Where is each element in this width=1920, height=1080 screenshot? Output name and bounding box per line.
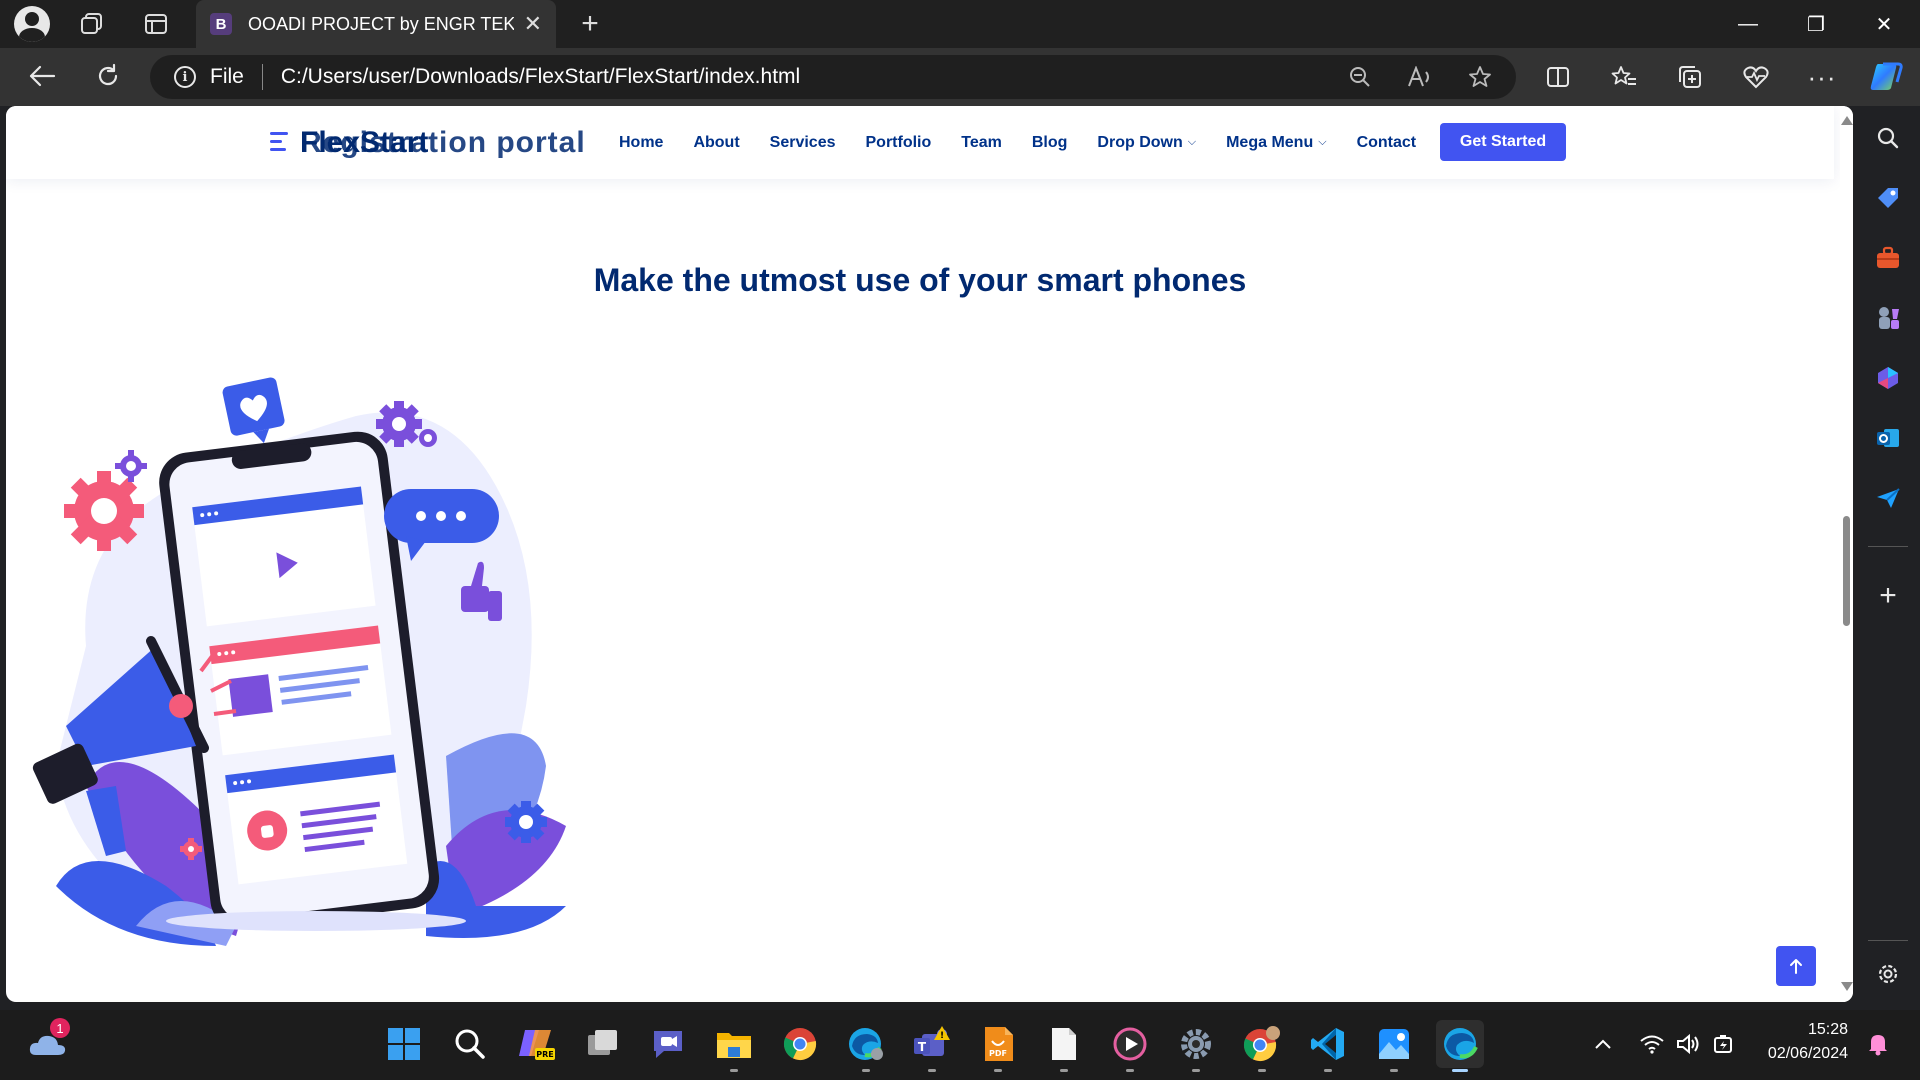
workspaces-icon[interactable] xyxy=(76,0,108,48)
restore-button[interactable]: ❐ xyxy=(1782,0,1850,48)
vertical-tabs-icon[interactable] xyxy=(140,0,172,48)
address-bar[interactable]: i File C:/Users/user/Downloads/FlexStart… xyxy=(150,55,1516,99)
refresh-button[interactable] xyxy=(88,54,128,98)
file-explorer-icon[interactable] xyxy=(710,1020,758,1072)
main-nav: Home About Services Portfolio Team Blog … xyxy=(604,106,1431,179)
split-screen-icon[interactable] xyxy=(1536,54,1580,100)
scrollbar-thumb[interactable] xyxy=(1843,516,1850,626)
media-player-icon[interactable] xyxy=(1106,1020,1154,1072)
bootstrap-favicon-icon: B xyxy=(210,13,232,35)
system-clock[interactable]: 15:28 02/06/2024 xyxy=(1752,1018,1848,1066)
smartphone-marketing-illustration xyxy=(32,377,566,946)
chrome-icon[interactable] xyxy=(776,1020,824,1068)
sidebar-shopping-icon[interactable] xyxy=(1856,176,1920,220)
nav-mega-menu[interactable]: Mega Menu ⌵ xyxy=(1226,134,1326,152)
nav-dropdown-label: Drop Down xyxy=(1097,133,1183,151)
favorites-icon[interactable] xyxy=(1602,54,1646,100)
nav-services[interactable]: Services xyxy=(770,134,836,152)
copilot-icon[interactable] xyxy=(1864,54,1908,100)
notification-badge: 1 xyxy=(50,1018,70,1038)
task-view-icon[interactable] xyxy=(578,1020,626,1068)
nav-mega-menu-label: Mega Menu xyxy=(1226,133,1314,151)
page-viewport[interactable]: FlexStart Registration portal Home About… xyxy=(6,106,1853,1002)
hero-heading: Make the utmost use of your smart phones xyxy=(593,262,1247,298)
sidebar-divider xyxy=(1868,546,1908,547)
notepad-file-icon[interactable] xyxy=(1040,1020,1088,1072)
site-header: FlexStart Registration portal Home About… xyxy=(6,106,1834,179)
sidebar-outlook-icon[interactable] xyxy=(1856,416,1920,460)
nav-about[interactable]: About xyxy=(693,134,739,152)
battery-charging-icon[interactable] xyxy=(1708,1020,1740,1068)
copilot-pre-icon[interactable]: PRE xyxy=(512,1020,560,1068)
scroll-up-arrow-icon[interactable] xyxy=(1841,116,1853,125)
start-button[interactable] xyxy=(380,1020,428,1068)
close-window-button[interactable]: ✕ xyxy=(1850,0,1918,48)
nav-home[interactable]: Home xyxy=(619,134,663,152)
sidebar-search-icon[interactable] xyxy=(1856,116,1920,160)
page-scrollbar[interactable] xyxy=(1840,106,1853,1002)
nav-team[interactable]: Team xyxy=(961,134,1002,152)
back-button[interactable] xyxy=(22,54,62,98)
more-options-icon[interactable]: ··· xyxy=(1800,54,1844,100)
back-to-top-button[interactable] xyxy=(1776,946,1816,986)
logo-text-registration: Registration portal xyxy=(300,126,586,159)
sidebar-drop-icon[interactable] xyxy=(1856,476,1920,520)
tab-close-icon[interactable]: ✕ xyxy=(524,11,542,37)
get-started-button[interactable]: Get Started xyxy=(1440,123,1566,161)
address-separator xyxy=(261,64,263,90)
volume-icon[interactable] xyxy=(1672,1020,1704,1068)
show-hidden-icons-chevron-icon[interactable] xyxy=(1588,1020,1618,1068)
pdf-reader-icon[interactable]: PDF xyxy=(974,1020,1022,1072)
photos-app-icon[interactable] xyxy=(1370,1020,1418,1072)
clock-date: 02/06/2024 xyxy=(1767,1045,1848,1062)
chevron-down-icon: ⌵ xyxy=(1187,136,1197,148)
browser-essentials-icon[interactable] xyxy=(1734,54,1778,100)
taskbar-search-icon[interactable] xyxy=(446,1020,494,1068)
scheme-label: File xyxy=(210,65,244,88)
collections-icon[interactable] xyxy=(1668,54,1712,100)
read-aloud-icon[interactable] xyxy=(1400,55,1440,99)
vscode-icon[interactable] xyxy=(1304,1020,1352,1072)
nav-blog[interactable]: Blog xyxy=(1032,134,1068,152)
svg-text:!: ! xyxy=(940,1031,944,1041)
new-tab-button[interactable]: + xyxy=(574,0,606,48)
url-text[interactable]: C:/Users/user/Downloads/FlexStart/FlexSt… xyxy=(281,65,800,89)
notifications-bell-icon[interactable] xyxy=(1862,1020,1894,1068)
svg-text:T: T xyxy=(918,1040,927,1054)
browser-tab-active[interactable]: B OOADI PROJECT by ENGR TEKO ✕ xyxy=(196,0,556,48)
sidebar-tools-icon[interactable] xyxy=(1856,236,1920,280)
edge-profile-icon[interactable] xyxy=(842,1020,890,1072)
minimize-button[interactable]: — xyxy=(1714,0,1782,48)
logo-mark-icon xyxy=(270,130,292,156)
zoom-icon[interactable] xyxy=(1340,55,1380,99)
wifi-icon[interactable] xyxy=(1636,1020,1668,1068)
nav-contact[interactable]: Contact xyxy=(1357,134,1417,152)
svg-text:PRE: PRE xyxy=(536,1050,554,1059)
site-info-icon[interactable]: i xyxy=(174,66,196,88)
profile-icon[interactable] xyxy=(12,0,52,48)
sidebar-games-icon[interactable] xyxy=(1856,296,1920,340)
chevron-down-icon: ⌵ xyxy=(1318,136,1327,148)
settings-app-icon[interactable] xyxy=(1172,1020,1220,1072)
windows-taskbar xyxy=(0,1010,1920,1080)
tab-title: OOADI PROJECT by ENGR TEKO xyxy=(248,13,514,34)
clock-time: 15:28 xyxy=(1807,1021,1848,1038)
teams-chat-icon[interactable] xyxy=(644,1020,692,1068)
sidebar-divider xyxy=(1868,940,1908,941)
nav-dropdown[interactable]: Drop Down ⌵ xyxy=(1097,134,1196,152)
svg-text:PDF: PDF xyxy=(989,1049,1007,1058)
chrome-profile-icon[interactable] xyxy=(1238,1020,1286,1072)
site-logo[interactable]: FlexStart Registration portal xyxy=(270,126,585,160)
sidebar-settings-icon[interactable] xyxy=(1856,952,1920,996)
favorite-star-icon[interactable] xyxy=(1460,55,1500,99)
nav-portfolio[interactable]: Portfolio xyxy=(866,134,932,152)
scroll-down-arrow-icon[interactable] xyxy=(1841,982,1853,991)
edge-browser-icon[interactable] xyxy=(1436,1020,1484,1072)
sidebar-add-icon[interactable]: + xyxy=(1856,574,1920,618)
sidebar-microsoft365-icon[interactable] xyxy=(1856,356,1920,400)
teams-icon[interactable]: T! xyxy=(908,1020,956,1072)
